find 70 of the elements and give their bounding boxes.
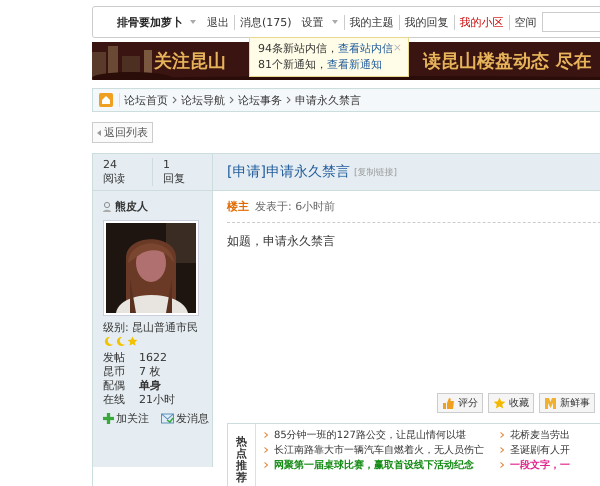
thumbs-up-icon [442, 396, 455, 410]
user-level: 级别: 昆山普通市民 [103, 320, 200, 335]
bullet-icon [500, 462, 504, 468]
banner-headline: 读昆山楼盘动态 尽在 [423, 50, 592, 73]
thread-title: [申请]申请永久禁言 [227, 163, 350, 181]
back-arrow-icon [97, 130, 101, 136]
star-icon [493, 396, 506, 410]
breadcrumb-link[interactable]: 论坛事务 [234, 92, 286, 108]
chevron-icon [172, 96, 177, 104]
profile-label: 发帖 [103, 351, 126, 365]
user-icon [103, 202, 111, 212]
author-name[interactable]: 熊皮人 [115, 199, 148, 214]
hot-topics-label: 热点推荐 [228, 424, 256, 486]
moon-icon [115, 336, 126, 347]
chevron-icon [229, 96, 234, 104]
notice-link[interactable]: 查看新通知 [327, 58, 382, 71]
home-icon[interactable] [99, 93, 113, 107]
bullet-icon [500, 432, 504, 438]
breadcrumb-link[interactable]: 论坛导航 [177, 92, 229, 108]
moon-icon [103, 336, 114, 347]
bullet-icon [500, 447, 504, 453]
stat-value: 1 [163, 158, 171, 172]
profile-value: 单身 [139, 379, 161, 393]
profile-value: 21小时 [139, 393, 175, 407]
topic-link[interactable]: 一段文字，一 [510, 458, 570, 472]
back-button[interactable]: 返回列表 [92, 122, 153, 143]
bullet-icon [264, 462, 268, 468]
breadcrumb-link[interactable]: 论坛首页 [120, 92, 172, 108]
notice-text: 94条新站内信， [258, 42, 338, 55]
message-link[interactable]: 发消息 [161, 411, 209, 426]
username-link[interactable]: 排骨要加萝卜 [117, 14, 183, 30]
notice-link[interactable]: 查看站内信 [338, 42, 393, 55]
topic-link[interactable]: 85分钟一班的127路公交，让昆山情何以堪 [274, 428, 466, 442]
nav-link[interactable]: 我的主题 [344, 14, 399, 30]
bullet-icon [264, 447, 268, 453]
author-label: 楼主 [227, 199, 249, 214]
stat-value: 24 [103, 158, 118, 172]
nav-link[interactable]: 我的回复 [398, 14, 454, 30]
action-button[interactable]: 新鲜事 [539, 393, 595, 413]
bullet-icon [264, 432, 268, 438]
nav-link[interactable]: 退出 [202, 14, 234, 30]
topic-link[interactable]: 花桥麦当劳出 [510, 428, 570, 442]
profile-value: 1622 [139, 351, 167, 365]
star-icon [127, 336, 138, 347]
caret-icon[interactable] [332, 20, 338, 24]
post-time: 发表于: 6小时前 [255, 199, 336, 214]
nav-link[interactable]: 设置 [296, 14, 329, 30]
nav-link[interactable]: 我的小区 [454, 14, 509, 30]
topic-link[interactable]: 网聚第一届桌球比赛，赢取首设线下活动纪念 [274, 458, 474, 472]
profile-label: 配偶 [103, 379, 126, 393]
envelope-icon [161, 413, 174, 424]
stat-label: 阅读 [103, 172, 126, 186]
topic-link[interactable]: 长江南路靠大市一辆汽车自燃着火，无人员伤亡 [274, 443, 484, 457]
post-body: 如题，申请永久禁言 [227, 233, 336, 250]
nav-link[interactable]: 消息(175) [234, 14, 297, 30]
profile-value: 7 枚 [139, 365, 160, 379]
plus-icon [103, 413, 114, 424]
action-button[interactable]: 评分 [437, 393, 483, 413]
banner-headline: 关注昆山 [154, 50, 226, 73]
chevron-icon [286, 96, 291, 104]
profile-label: 在线 [103, 393, 126, 407]
ribbon-icon [544, 396, 557, 410]
stat-label: 回复 [163, 172, 186, 186]
follow-link[interactable]: 加关注 [103, 411, 149, 426]
breadcrumb-link[interactable]: 申请永久禁言 [291, 92, 365, 108]
notice-text: 81个新通知， [258, 58, 327, 71]
topic-link[interactable]: 圣诞剧有人开 [510, 443, 570, 457]
profile-label: 昆币 [103, 365, 126, 379]
caret-icon[interactable] [190, 20, 196, 24]
action-button[interactable]: 收藏 [488, 393, 534, 413]
